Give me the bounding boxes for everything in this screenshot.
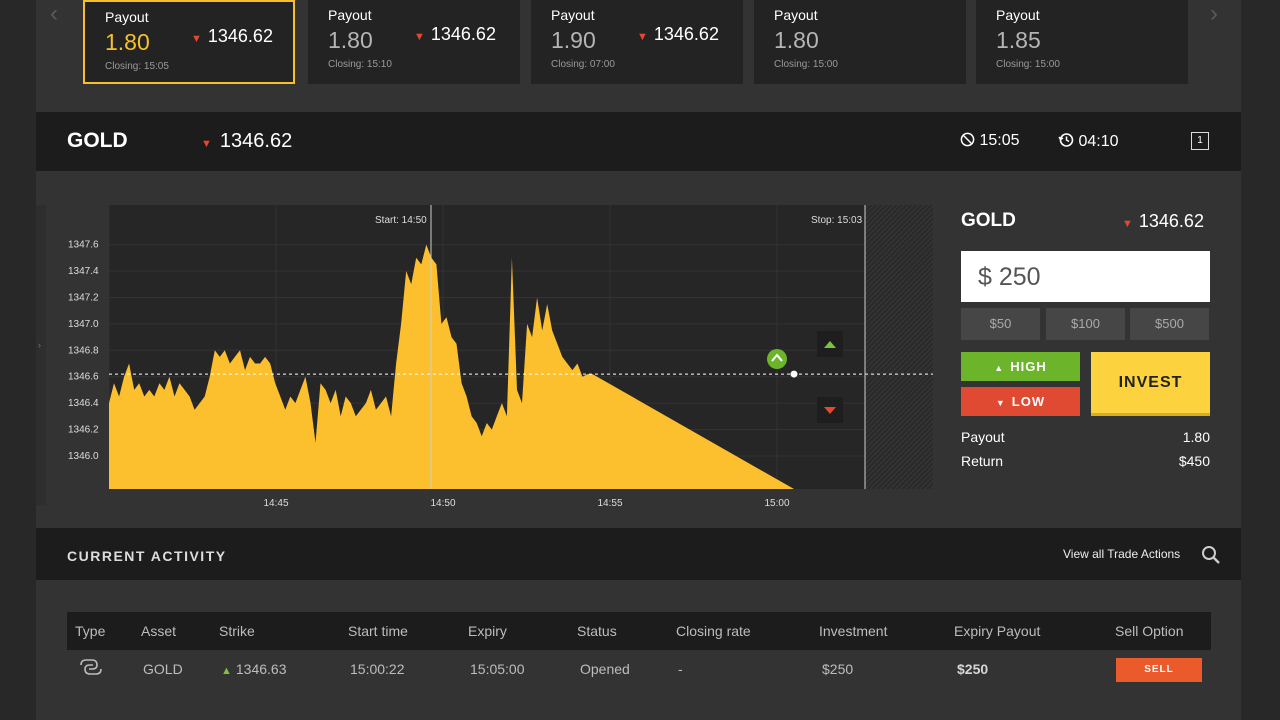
activity-header: CURRENT ACTIVITY View all Trade Actions xyxy=(36,528,1241,580)
invest-button[interactable]: INVEST xyxy=(1091,352,1210,416)
y-tick-label: 1346.2 xyxy=(68,425,99,436)
closing-time: Closing: 15:05 xyxy=(105,61,169,72)
y-tick-label: 1347.4 xyxy=(68,266,99,277)
card-price: ▼ 1346.62 xyxy=(414,24,496,44)
amount-input[interactable]: $ 250 xyxy=(961,251,1210,302)
row-expiry-payout: $250 xyxy=(957,661,989,677)
sell-button[interactable]: SELL xyxy=(1116,658,1202,682)
payout-label: Payout xyxy=(551,7,595,23)
x-tick-label: 14:45 xyxy=(263,498,288,509)
col-type: Type xyxy=(75,623,106,639)
link-type-icon xyxy=(80,659,102,675)
y-tick-label: 1346.8 xyxy=(68,345,99,356)
row-asset: GOLD xyxy=(143,661,183,677)
payout-card[interactable]: Payout 1.80 Closing: 15:00 xyxy=(754,0,966,84)
expiry-time: 15:05 xyxy=(960,132,1020,150)
down-arrow-icon: ▼ xyxy=(637,31,648,43)
closing-time: Closing: 15:10 xyxy=(328,59,392,70)
col-expiry: Expiry xyxy=(468,623,507,639)
payout-label: Payout xyxy=(996,7,1040,23)
row-investment: $250 xyxy=(822,661,854,677)
payout-card[interactable]: Payout 1.85 Closing: 15:00 xyxy=(976,0,1188,84)
y-tick-label: 1346.4 xyxy=(68,398,99,409)
fullscreen-icon[interactable]: 1 xyxy=(1191,132,1209,150)
payout-label: Payout xyxy=(961,429,1005,445)
activity-title: CURRENT ACTIVITY xyxy=(67,548,227,564)
no-entry-icon xyxy=(960,132,975,147)
col-closing-rate: Closing rate xyxy=(676,623,751,639)
card-price: ▼ 1346.62 xyxy=(191,26,273,46)
x-tick-label: 14:50 xyxy=(430,498,455,509)
col-expiry-payout: Expiry Payout xyxy=(954,623,1041,639)
search-icon[interactable] xyxy=(1201,545,1221,565)
payout-value: 1.80 xyxy=(774,27,819,53)
payout-card[interactable]: Payout 1.80 ▼ 1346.62 Closing: 15:05 xyxy=(83,0,295,84)
payout-label: Payout xyxy=(328,7,372,23)
down-arrow-icon: ▼ xyxy=(201,138,212,150)
return-row: Return $450 xyxy=(961,453,1210,469)
payout-row: Payout 1.80 xyxy=(961,429,1210,445)
up-arrow-icon: ▲ xyxy=(994,363,1005,373)
y-tick-label: 1347.6 xyxy=(68,240,99,251)
col-start-time: Start time xyxy=(348,623,408,639)
down-arrow-icon: ▼ xyxy=(414,31,425,43)
closing-time: Closing: 07:00 xyxy=(551,59,615,70)
payout-card[interactable]: Payout 1.90 ▼ 1346.62 Closing: 07:00 xyxy=(531,0,743,84)
y-tick-label: 1347.0 xyxy=(68,319,99,330)
closing-time: Closing: 15:00 xyxy=(996,59,1060,70)
col-strike: Strike xyxy=(219,623,255,639)
card-price: ▼ 1346.62 xyxy=(637,24,719,44)
up-arrow-icon: ▲ xyxy=(221,665,232,677)
stop-label: Stop: 15:03 xyxy=(811,215,863,226)
carousel-prev-icon[interactable]: ‹ xyxy=(50,2,74,26)
x-tick-label: 14:55 xyxy=(597,498,622,509)
price-chart: Start: 14:50 Stop: 15:03 1347.6 1347.4 134… xyxy=(68,205,933,509)
quick-amount-500[interactable]: $500 xyxy=(1130,308,1209,340)
payout-value: 1.80 xyxy=(105,29,150,55)
asset-name: GOLD xyxy=(67,129,128,152)
activity-table-header: Type Asset Strike Start time Expiry Stat… xyxy=(67,612,1211,650)
trade-asset-name: GOLD xyxy=(961,210,1016,231)
payout-value: 1.80 xyxy=(328,27,373,53)
payout-value: 1.90 xyxy=(551,27,596,53)
row-expiry: 15:05:00 xyxy=(470,661,525,677)
low-button[interactable]: ▼ LOW xyxy=(961,387,1080,416)
history-clock-icon xyxy=(1058,133,1074,147)
return-label: Return xyxy=(961,453,1004,469)
payout-value: 1.85 xyxy=(996,27,1041,53)
carousel-next-icon[interactable]: › xyxy=(1210,2,1234,26)
y-tick-label: 1346.6 xyxy=(68,372,99,383)
col-asset: Asset xyxy=(141,623,177,639)
entry-marker xyxy=(767,349,787,369)
view-all-trades-link[interactable]: View all Trade Actions xyxy=(1063,547,1180,561)
payout-card[interactable]: Payout 1.80 ▼ 1346.62 Closing: 15:10 xyxy=(308,0,520,84)
quick-amount-100[interactable]: $100 xyxy=(1046,308,1125,340)
countdown: 04:10 xyxy=(1058,132,1119,151)
asset-header: GOLD ▼ 1346.62 15:05 04:10 1 xyxy=(36,112,1241,171)
row-status: Opened xyxy=(580,661,630,677)
y-tick-label: 1346.0 xyxy=(68,451,99,462)
trade-asset-price: ▼ 1346.62 xyxy=(1122,211,1204,231)
x-tick-label: 15:00 xyxy=(764,498,789,509)
col-sell-option: Sell Option xyxy=(1115,623,1184,639)
down-arrow-icon: ▼ xyxy=(191,33,202,45)
y-tick-label: 1347.2 xyxy=(68,292,99,303)
payout-value: 1.80 xyxy=(1182,429,1210,445)
return-value: $450 xyxy=(1178,453,1210,469)
row-strike: ▲ 1346.63 xyxy=(221,661,287,677)
payout-label: Payout xyxy=(105,9,149,25)
payout-label: Payout xyxy=(774,7,818,23)
down-arrow-icon: ▼ xyxy=(1122,218,1133,230)
row-start-time: 15:00:22 xyxy=(350,661,405,677)
quick-amount-50[interactable]: $50 xyxy=(961,308,1040,340)
down-arrow-icon: ▼ xyxy=(995,398,1006,408)
asset-price: ▼ 1346.62 xyxy=(201,130,293,152)
col-status: Status xyxy=(577,623,617,639)
high-button[interactable]: ▲ HIGH xyxy=(961,352,1080,381)
row-closing-rate: - xyxy=(678,661,683,677)
closing-time: Closing: 15:00 xyxy=(774,59,838,70)
col-investment: Investment xyxy=(819,623,888,639)
current-price-dot xyxy=(790,370,798,378)
start-label: Start: 14:50 xyxy=(375,215,427,226)
